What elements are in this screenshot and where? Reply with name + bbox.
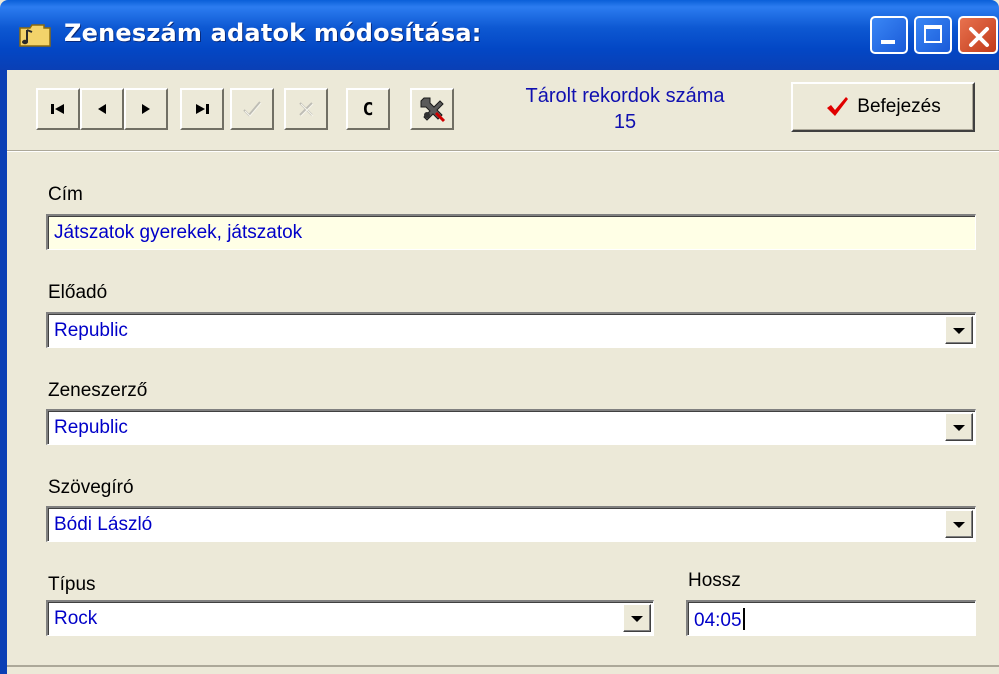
toolbar-divider [7, 150, 999, 152]
music-folder-icon [19, 24, 51, 47]
minimize-button[interactable] [870, 16, 908, 54]
hossz-value: 04:05 [694, 610, 742, 631]
szovegiro-select[interactable]: Bódi László [46, 506, 976, 542]
close-icon [969, 27, 989, 47]
check-icon [243, 101, 262, 117]
next-icon [142, 104, 150, 114]
dropdown-arrow-icon[interactable] [945, 510, 973, 538]
dropdown-arrow-icon[interactable] [623, 604, 651, 632]
maximize-button[interactable] [914, 16, 952, 54]
tools-button[interactable] [410, 88, 454, 130]
minimize-icon [881, 40, 895, 44]
szovegiro-label: Szövegíró [48, 477, 134, 498]
prev-icon [98, 104, 106, 114]
c-button[interactable]: C [346, 88, 390, 130]
last-record-button[interactable] [180, 88, 224, 130]
window-title: Zeneszám adatok módosítása: [64, 19, 482, 47]
record-count-area: Tárolt rekordok száma 15 [495, 83, 755, 135]
tools-icon [420, 97, 446, 123]
first-record-button[interactable] [36, 88, 80, 130]
title-bar[interactable]: Zeneszám adatok módosítása: [0, 0, 999, 70]
tipus-select[interactable]: Rock [46, 600, 654, 636]
zeneszerzo-label: Zeneszerző [48, 380, 148, 401]
tipus-value: Rock [54, 608, 98, 629]
zeneszerzo-select[interactable]: Republic [46, 409, 976, 445]
szovegiro-value: Bódi László [54, 514, 153, 535]
app-window: Zeneszám adatok módosítása: C Tárolt rek… [0, 0, 999, 674]
c-button-label: C [362, 98, 374, 120]
zeneszerzo-value: Republic [54, 417, 128, 438]
tipus-label: Típus [48, 574, 96, 595]
next-record-button[interactable] [124, 88, 168, 130]
records-label: Tárolt rekordok száma [525, 85, 725, 107]
first-icon [51, 104, 64, 114]
cim-label: Cím [48, 184, 83, 205]
finish-label: Befejezés [857, 96, 941, 117]
records-count: 15 [613, 111, 637, 133]
eloado-select[interactable]: Republic [46, 312, 976, 348]
cim-input[interactable]: Játszatok gyerekek, játszatok [46, 214, 976, 250]
window-border-left [0, 70, 7, 674]
eloado-value: Republic [54, 320, 128, 341]
dropdown-arrow-icon[interactable] [945, 413, 973, 441]
cim-value: Játszatok gyerekek, játszatok [54, 222, 303, 243]
finish-button[interactable]: Befejezés [791, 82, 975, 132]
dropdown-arrow-icon[interactable] [945, 316, 973, 344]
text-caret [742, 608, 745, 630]
red-check-icon [827, 97, 849, 116]
maximize-icon [924, 25, 942, 43]
cancel-button[interactable] [284, 88, 328, 130]
prev-record-button[interactable] [80, 88, 124, 130]
panel-bottom-edge [7, 665, 999, 667]
post-button[interactable] [230, 88, 274, 130]
last-icon [196, 104, 209, 114]
eloado-label: Előadó [48, 282, 108, 303]
cancel-icon [299, 102, 314, 117]
hossz-label: Hossz [688, 570, 741, 591]
hossz-input[interactable]: 04:05 [686, 600, 976, 636]
close-button[interactable] [958, 16, 998, 54]
